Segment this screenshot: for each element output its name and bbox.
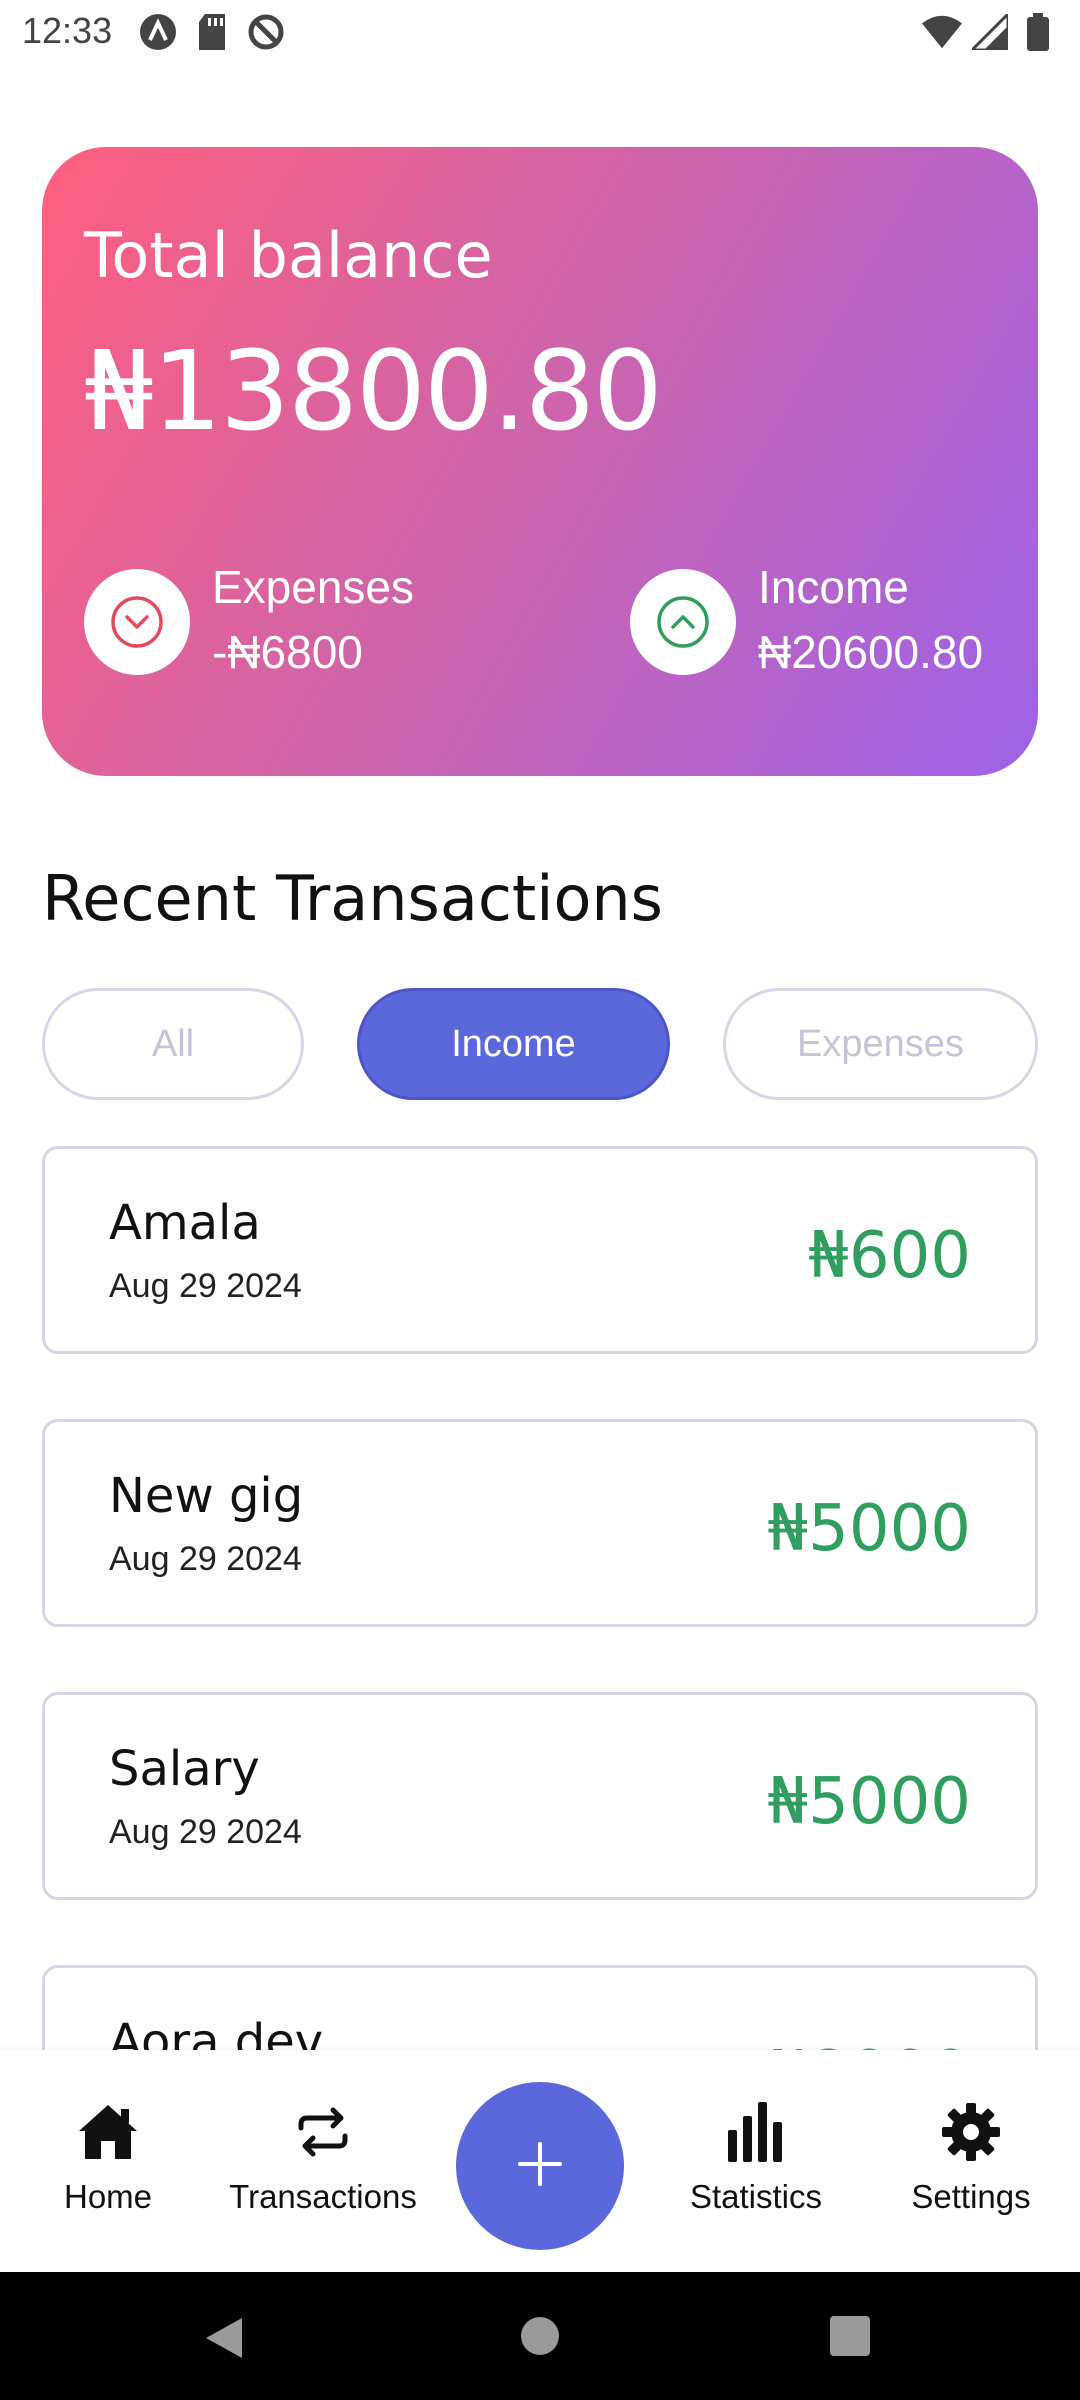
transaction-title: Aora dev [109,2014,324,2051]
home-icon [76,2100,140,2164]
nav-settings-label: Settings [911,2178,1031,2215]
system-nav-bar [0,2272,1080,2400]
nav-home[interactable]: Home [8,2100,208,2216]
wifi-icon [922,12,962,52]
chevron-down-circle-icon [84,569,190,675]
transaction-card[interactable]: New gig Aug 29 2024 ₦5000 [42,1419,1038,1627]
plus-icon [516,2140,564,2193]
transaction-date: Aug 29 2024 [109,1813,302,1851]
nav-home-label: Home [63,2178,153,2215]
status-bar: 12:33 [0,0,1080,64]
add-transaction-button[interactable] [456,2082,624,2250]
filter-expenses-button[interactable]: Expenses [723,988,1038,1100]
transaction-date: Aug 29 2024 [109,1267,302,1305]
bar-chart-icon [724,2100,788,2164]
blocked-icon [246,12,286,52]
balance-label: Total balance [84,219,493,292]
nav-transactions[interactable]: Transactions [223,2100,423,2216]
vpn-icon [138,12,178,52]
expenses-label: Expenses [212,561,415,613]
back-icon[interactable] [202,2316,246,2365]
nav-statistics-label: Statistics [689,2178,823,2215]
expenses-summary: Expenses -₦6800 [84,557,414,687]
expenses-value: -₦6800 [212,626,363,678]
battery-icon [1018,12,1058,52]
nav-statistics[interactable]: Statistics [656,2100,856,2216]
income-value: ₦20600.80 [758,626,984,678]
transaction-amount: ₦5000 [767,1492,971,1566]
chevron-up-circle-icon [630,569,736,675]
income-label: Income [758,561,909,613]
transaction-title: Salary [109,1741,260,1797]
income-summary: Income ₦20600.80 [630,557,983,687]
home-button-icon[interactable] [520,2316,560,2361]
balance-amount: ₦13800.80 [84,327,663,455]
signal-icon [970,12,1010,52]
sd-card-icon [192,12,232,52]
filter-income-button[interactable]: Income [357,988,670,1100]
recent-transactions-title: Recent Transactions [42,862,663,935]
transaction-title: New gig [109,1468,304,1524]
transaction-amount: ₦600 [808,1219,971,1293]
transaction-title: Amala [109,1195,261,1251]
transaction-date: Aug 29 2024 [109,1540,302,1578]
recents-icon[interactable] [830,2316,870,2361]
transaction-amount: ₦5000 [767,1765,971,1839]
swap-icon [291,2100,355,2164]
balance-card: Total balance ₦13800.80 Expenses -₦6800 … [42,147,1038,776]
transaction-card[interactable]: Amala Aug 29 2024 ₦600 [42,1146,1038,1354]
gear-icon [939,2100,1003,2164]
status-time: 12:33 [22,10,113,51]
nav-settings[interactable]: Settings [871,2100,1071,2216]
transaction-card[interactable]: Aora dev ₦8000 [42,1965,1038,2051]
filter-all-button[interactable]: All [42,988,304,1100]
nav-transactions-label: Transactions [229,2178,417,2215]
transactions-list[interactable]: Amala Aug 29 2024 ₦600 New gig Aug 29 20… [42,1146,1038,2051]
transaction-card[interactable]: Salary Aug 29 2024 ₦5000 [42,1692,1038,1900]
